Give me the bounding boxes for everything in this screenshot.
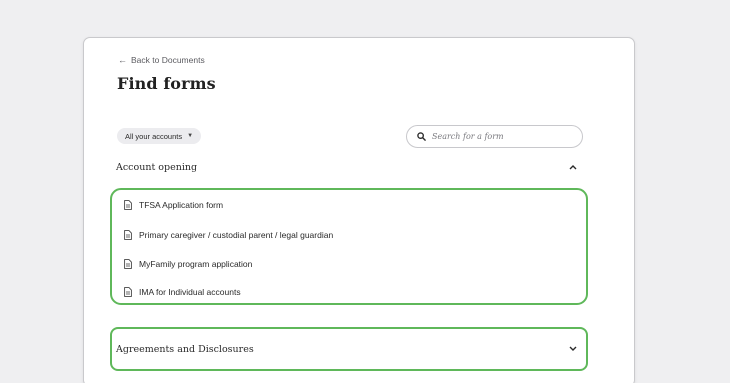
accounts-filter-label: All your accounts [125,131,183,141]
section-title-agreements: Agreements and Disclosures [116,344,254,355]
search-input[interactable] [432,132,572,141]
section-title-account-opening[interactable]: Account opening [116,162,197,173]
document-icon [124,200,132,210]
document-icon [124,259,132,269]
form-item-label: TFSA Application form [139,200,224,210]
form-item-primary-caregiver[interactable]: Primary caregiver / custodial parent / l… [124,230,333,240]
document-icon [124,230,132,240]
search-box[interactable] [406,125,583,148]
form-item-myfamily-program[interactable]: MyFamily program application [124,259,252,269]
form-item-ima-individual[interactable]: IMA for Individual accounts [124,287,241,297]
chevron-down-icon[interactable] [566,342,580,356]
form-item-label: Primary caregiver / custodial parent / l… [139,230,334,240]
back-to-documents-link[interactable]: ← Back to Documents [118,55,205,65]
caret-down-icon: ▼ [187,133,194,139]
arrow-left-icon: ← [118,55,127,65]
chevron-up-icon[interactable] [566,160,580,174]
agreements-disclosures-section[interactable]: Agreements and Disclosures [110,327,588,371]
form-item-tfsa-application[interactable]: TFSA Application form [124,200,223,210]
page-title: Find forms [117,74,216,93]
accounts-filter-dropdown[interactable]: All your accounts ▼ [117,128,202,144]
account-opening-forms-list: TFSA Application form Primary caregiver … [110,188,588,305]
search-icon [417,132,426,141]
back-link-label: Back to Documents [131,55,205,65]
document-icon [124,287,132,297]
find-forms-card: ← Back to Documents Find forms All your … [83,37,635,383]
form-item-label: IMA for Individual accounts [139,287,241,297]
form-item-label: MyFamily program application [139,259,253,269]
